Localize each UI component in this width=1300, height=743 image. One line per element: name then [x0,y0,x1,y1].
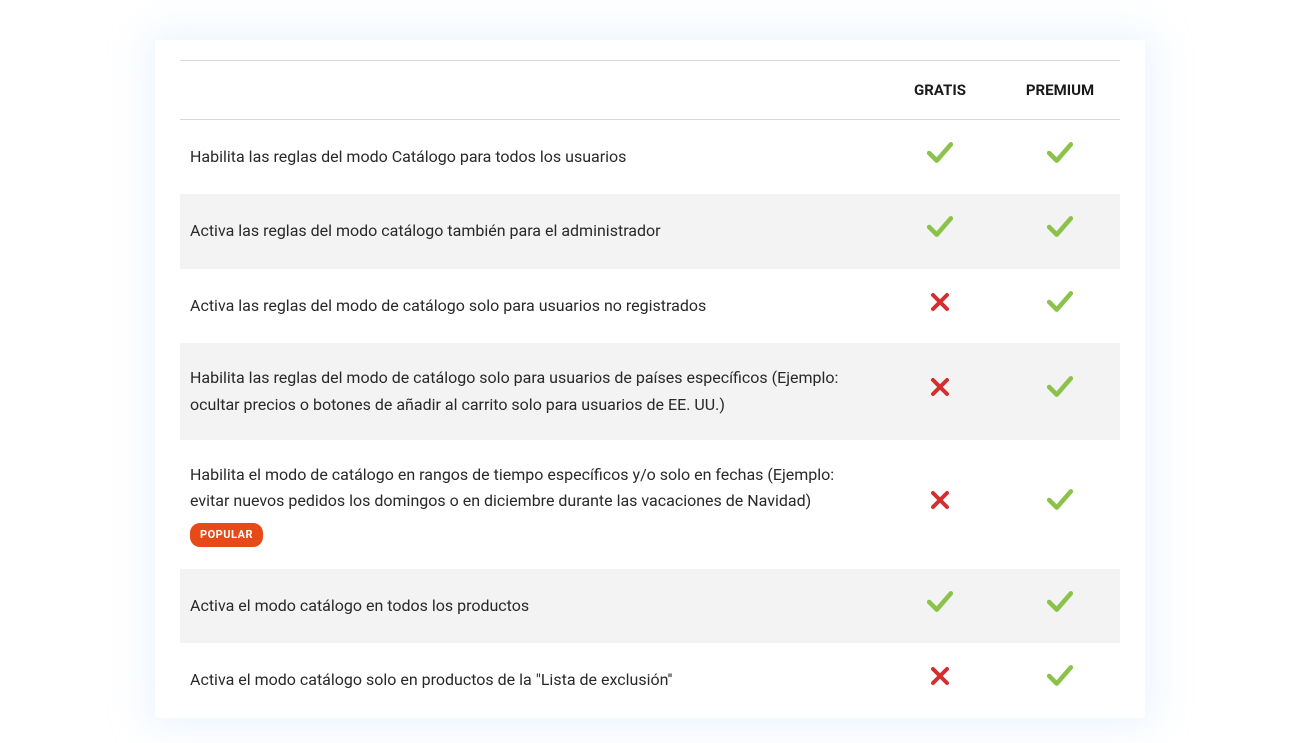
check-icon [1047,291,1073,321]
premium-status-cell [1000,343,1120,440]
popular-badge: POPULAR [190,523,263,547]
feature-cell: Activa el modo catálogo en todos los pro… [180,569,880,643]
premium-status-cell [1000,269,1120,343]
free-status-cell [880,643,1000,717]
check-icon [927,591,953,621]
feature-text: Habilita las reglas del modo de catálogo… [190,368,838,413]
check-icon [1047,489,1073,519]
free-status-cell [880,569,1000,643]
column-header-feature [180,61,880,120]
table-row: Habilita el modo de catálogo en rangos d… [180,440,1120,569]
premium-status-cell [1000,569,1120,643]
table-row: Habilita las reglas del modo de catálogo… [180,343,1120,440]
premium-status-cell [1000,120,1120,195]
feature-cell: Habilita las reglas del modo Catálogo pa… [180,120,880,195]
column-header-free: GRATIS [880,61,1000,120]
check-icon [927,142,953,172]
free-status-cell [880,269,1000,343]
table-row: Activa las reglas del modo de catálogo s… [180,269,1120,343]
premium-status-cell [1000,440,1120,569]
feature-cell: Activa las reglas del modo de catálogo s… [180,269,880,343]
feature-text: Activa las reglas del modo de catálogo s… [190,296,706,315]
cross-icon [930,490,950,518]
feature-cell: Habilita las reglas del modo de catálogo… [180,343,880,440]
free-status-cell [880,343,1000,440]
check-icon [927,216,953,246]
premium-status-cell [1000,194,1120,268]
check-icon [1047,376,1073,406]
feature-cell: Activa el modo catálogo solo en producto… [180,643,880,717]
feature-cell: Activa las reglas del modo catálogo tamb… [180,194,880,268]
table-header-row: GRATIS PREMIUM [180,61,1120,120]
column-header-premium: PREMIUM [1000,61,1120,120]
check-icon [1047,665,1073,695]
comparison-table: GRATIS PREMIUM Habilita las reglas del m… [180,60,1120,718]
feature-text: Habilita las reglas del modo Catálogo pa… [190,147,626,166]
cross-icon [930,666,950,694]
premium-status-cell [1000,643,1120,717]
cross-icon [930,292,950,320]
feature-text: Habilita el modo de catálogo en rangos d… [190,465,834,510]
check-icon [1047,591,1073,621]
free-status-cell [880,440,1000,569]
comparison-card: GRATIS PREMIUM Habilita las reglas del m… [155,40,1145,718]
feature-text: Activa el modo catálogo en todos los pro… [190,596,529,615]
cross-icon [930,377,950,405]
table-row: Activa el modo catálogo en todos los pro… [180,569,1120,643]
check-icon [1047,216,1073,246]
table-row: Habilita las reglas del modo Catálogo pa… [180,120,1120,195]
table-row: Activa el modo catálogo solo en producto… [180,643,1120,717]
feature-text: Activa el modo catálogo solo en producto… [190,670,672,689]
free-status-cell [880,120,1000,195]
free-status-cell [880,194,1000,268]
feature-cell: Habilita el modo de catálogo en rangos d… [180,440,880,569]
feature-text: Activa las reglas del modo catálogo tamb… [190,221,661,240]
check-icon [1047,142,1073,172]
table-row: Activa las reglas del modo catálogo tamb… [180,194,1120,268]
